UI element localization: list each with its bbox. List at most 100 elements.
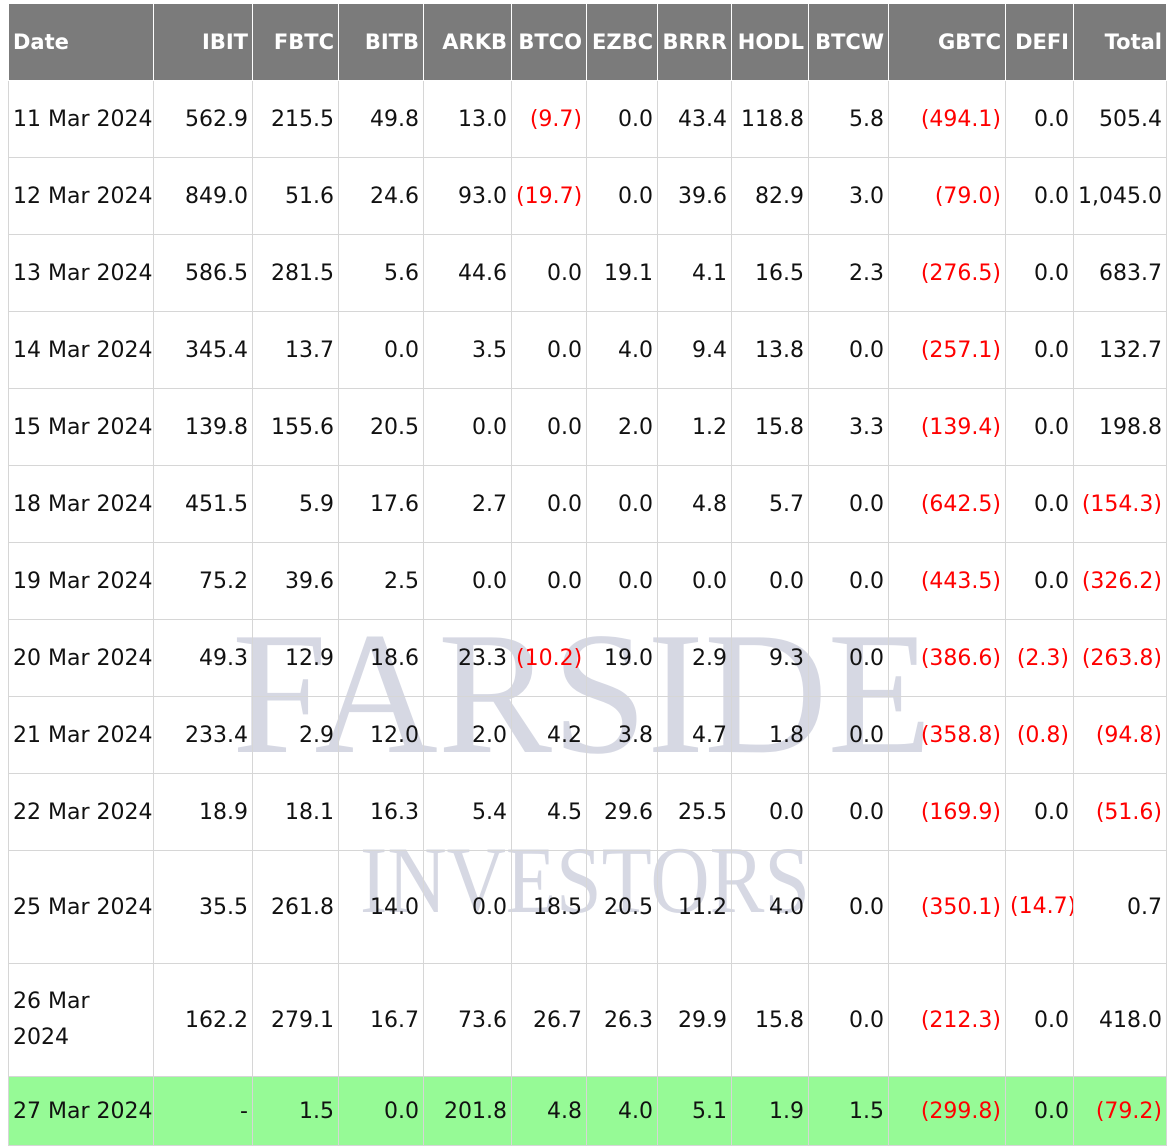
value-cell-btco: 4.2 xyxy=(511,696,587,774)
value-cell-brrr: 11.2 xyxy=(657,850,732,964)
value-cell-gbtc: (358.8) xyxy=(888,696,1006,774)
value-cell-defi: 0.0 xyxy=(1005,388,1074,466)
value-cell-btco: 4.5 xyxy=(511,773,587,851)
value-cell-bitb: 12.0 xyxy=(338,696,424,774)
value-cell-hodl: 15.8 xyxy=(731,963,809,1077)
value-cell-arkb: 3.5 xyxy=(423,311,512,389)
value-cell-brrr: 5.1 xyxy=(657,1076,732,1146)
value-cell-defi: 0.0 xyxy=(1005,465,1074,543)
value-cell-bitb: 16.7 xyxy=(338,963,424,1077)
value-cell-arkb: 44.6 xyxy=(423,234,512,312)
column-header-ezbc: EZBC xyxy=(586,3,658,81)
date-cell: 26 Mar 2024 xyxy=(8,963,154,1077)
value-cell-btco: (10.2) xyxy=(511,619,587,697)
value-cell-brrr: 43.4 xyxy=(657,80,732,158)
value-cell-ezbc: 0.0 xyxy=(586,80,658,158)
value-cell-ezbc: 2.0 xyxy=(586,388,658,466)
value-cell-brrr: 25.5 xyxy=(657,773,732,851)
value-cell-gbtc: (169.9) xyxy=(888,773,1006,851)
value-cell-defi: (0.8) xyxy=(1005,696,1074,774)
value-cell-ibit: 162.2 xyxy=(153,963,253,1077)
value-cell-hodl: 13.8 xyxy=(731,311,809,389)
value-cell-brrr: 4.1 xyxy=(657,234,732,312)
value-cell-total: 1,045.0 xyxy=(1073,157,1167,235)
value-cell-ezbc: 0.0 xyxy=(586,465,658,543)
value-cell-gbtc: (350.1) xyxy=(888,850,1006,964)
column-header-fbtc: FBTC xyxy=(252,3,339,81)
value-cell-ezbc: 19.0 xyxy=(586,619,658,697)
value-cell-ibit: 18.9 xyxy=(153,773,253,851)
value-cell-gbtc: (299.8) xyxy=(888,1076,1006,1146)
table-row: 13 Mar 2024 586.5 281.5 5.6 44.6 0.0 19.1 4.1 16… xyxy=(8,234,1167,312)
value-cell-btco: (9.7) xyxy=(511,80,587,158)
value-cell-total: (326.2) xyxy=(1073,542,1167,620)
value-cell-ibit: 139.8 xyxy=(153,388,253,466)
value-cell-ibit: 451.5 xyxy=(153,465,253,543)
table-row: 12 Mar 2024 849.0 51.6 24.6 93.0 (19.7) 0.0 39.… xyxy=(8,157,1167,235)
value-cell-hodl: 1.8 xyxy=(731,696,809,774)
value-cell-bitb: 14.0 xyxy=(338,850,424,964)
value-cell-fbtc: 281.5 xyxy=(252,234,339,312)
value-cell-btco: 0.0 xyxy=(511,465,587,543)
table-row: 26 Mar 2024 162.2 279.1 16.7 73.6 26.7 26.3 29.… xyxy=(8,963,1167,1077)
value-cell-fbtc: 51.6 xyxy=(252,157,339,235)
value-cell-btco: 0.0 xyxy=(511,388,587,466)
value-cell-btcw: 2.3 xyxy=(808,234,889,312)
value-cell-hodl: 1.9 xyxy=(731,1076,809,1146)
column-header-date: Date xyxy=(8,3,154,81)
header-row: Date IBIT FBTC BITB ARKB BTCO EZBC BRRR HODL BTCW… xyxy=(8,3,1167,81)
value-cell-bitb: 5.6 xyxy=(338,234,424,312)
value-cell-defi: 0.0 xyxy=(1005,157,1074,235)
value-cell-defi: 0.0 xyxy=(1005,80,1074,158)
value-cell-fbtc: 13.7 xyxy=(252,311,339,389)
value-cell-btcw: 3.0 xyxy=(808,157,889,235)
value-cell-btco: 26.7 xyxy=(511,963,587,1077)
value-cell-gbtc: (139.4) xyxy=(888,388,1006,466)
value-cell-defi: 0.0 xyxy=(1005,311,1074,389)
value-cell-gbtc: (642.5) xyxy=(888,465,1006,543)
value-cell-btco: 18.5 xyxy=(511,850,587,964)
value-cell-ibit: 345.4 xyxy=(153,311,253,389)
value-cell-brrr: 4.7 xyxy=(657,696,732,774)
value-cell-bitb: 49.8 xyxy=(338,80,424,158)
value-cell-total: (94.8) xyxy=(1073,696,1167,774)
table-row: 19 Mar 2024 75.2 39.6 2.5 0.0 0.0 0.0 0.0 0.0 0.0… xyxy=(8,542,1167,620)
column-header-ibit: IBIT xyxy=(153,3,253,81)
table-row: 14 Mar 2024 345.4 13.7 0.0 3.5 0.0 4.0 9.4 13.8 0… xyxy=(8,311,1167,389)
value-cell-defi: 0.0 xyxy=(1005,234,1074,312)
value-cell-hodl: 0.0 xyxy=(731,542,809,620)
value-cell-ibit: 35.5 xyxy=(153,850,253,964)
value-cell-hodl: 9.3 xyxy=(731,619,809,697)
value-cell-hodl: 16.5 xyxy=(731,234,809,312)
value-cell-defi: (14.7) xyxy=(1005,850,1074,964)
value-cell-ezbc: 20.5 xyxy=(586,850,658,964)
value-cell-ezbc: 0.0 xyxy=(586,157,658,235)
value-cell-fbtc: 12.9 xyxy=(252,619,339,697)
value-cell-ezbc: 29.6 xyxy=(586,773,658,851)
value-cell-btcw: 5.8 xyxy=(808,80,889,158)
value-cell-defi: 0.0 xyxy=(1005,542,1074,620)
value-cell-gbtc: (494.1) xyxy=(888,80,1006,158)
value-cell-ibit: 586.5 xyxy=(153,234,253,312)
value-cell-ibit: 233.4 xyxy=(153,696,253,774)
value-cell-arkb: 23.3 xyxy=(423,619,512,697)
date-cell: 15 Mar 2024 xyxy=(8,388,154,466)
value-cell-gbtc: (443.5) xyxy=(888,542,1006,620)
date-cell: 19 Mar 2024 xyxy=(8,542,154,620)
value-cell-brrr: 39.6 xyxy=(657,157,732,235)
value-cell-ibit: - xyxy=(153,1076,253,1146)
column-header-total: Total xyxy=(1073,3,1167,81)
value-cell-fbtc: 39.6 xyxy=(252,542,339,620)
value-cell-defi: 0.0 xyxy=(1005,963,1074,1077)
value-cell-arkb: 0.0 xyxy=(423,850,512,964)
value-cell-bitb: 18.6 xyxy=(338,619,424,697)
table-row: 22 Mar 2024 18.9 18.1 16.3 5.4 4.5 29.6 25.5 0.0… xyxy=(8,773,1167,851)
column-header-defi: DEFI xyxy=(1005,3,1074,81)
value-cell-btco: 0.0 xyxy=(511,542,587,620)
table-row: 21 Mar 2024 233.4 2.9 12.0 2.0 4.2 3.8 4.7 1.8 0.… xyxy=(8,696,1167,774)
date-cell: 27 Mar 2024 xyxy=(8,1076,154,1146)
value-cell-btco: (19.7) xyxy=(511,157,587,235)
value-cell-btcw: 0.0 xyxy=(808,311,889,389)
value-cell-bitb: 24.6 xyxy=(338,157,424,235)
value-cell-btcw: 0.0 xyxy=(808,619,889,697)
